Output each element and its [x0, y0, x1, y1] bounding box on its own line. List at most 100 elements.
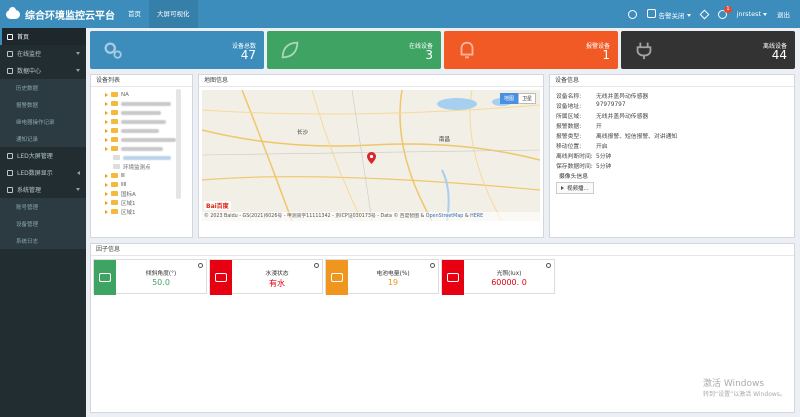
- sidebar-item-system-log[interactable]: 系统日志: [0, 232, 86, 249]
- stat-value: 3: [425, 48, 433, 62]
- bell-icon: [460, 41, 474, 59]
- sidebar-item-devices[interactable]: 设备管理: [0, 215, 86, 232]
- tab-home[interactable]: 首页: [120, 0, 149, 28]
- sidebar-item-accounts[interactable]: 账号管理: [0, 198, 86, 215]
- windows-activation-hint: 转到“设置”以激活 Windows。: [703, 391, 786, 398]
- info-row: 移动位置: 开启: [556, 143, 608, 150]
- caret-right-icon: [105, 146, 108, 151]
- sidebar-item-alarm-data[interactable]: 报警数据: [0, 96, 86, 113]
- stat-card-alarm[interactable]: 报警设备 1: [444, 31, 618, 69]
- sidebar-item-home[interactable]: 首页: [0, 28, 86, 45]
- notification-icon[interactable]: 1: [717, 5, 732, 19]
- caret-right-icon: [105, 101, 108, 106]
- sidebar-item-led-display[interactable]: LED数屏显示: [0, 164, 86, 181]
- cloud-logo-icon: [6, 6, 20, 19]
- sensor-name: 光照(lux): [496, 271, 522, 277]
- stat-value: 44: [771, 48, 787, 62]
- notification-badge: 1: [724, 5, 732, 13]
- video-play-button[interactable]: 视频播...: [556, 182, 594, 194]
- tab-big-screen[interactable]: 大屏可视化: [149, 0, 198, 28]
- sensor-value: 有水: [269, 279, 285, 288]
- search-icon[interactable]: [546, 263, 551, 268]
- here-link[interactable]: HERE: [470, 214, 483, 219]
- sensor-card-tilt[interactable]: 倾斜角度(°) 50.0: [93, 259, 207, 295]
- map-type-satellite[interactable]: 卫星: [517, 93, 536, 104]
- sensor-status-block: [94, 260, 116, 295]
- sidebar-item-system[interactable]: 系统管理: [0, 181, 86, 198]
- sidebar-item-led-screen[interactable]: LED大屏管理: [0, 147, 86, 164]
- folder-icon: [111, 92, 118, 97]
- caret-right-icon: [105, 191, 108, 196]
- tree-node[interactable]: 区域1: [105, 207, 192, 216]
- pin-icon[interactable]: [699, 9, 709, 19]
- redacted-label: [121, 110, 161, 115]
- device-info-panel: 设备信息 设备名称: 无线井盖异动传感器 设备地址: 97979797 所属区域: 无…: [549, 74, 795, 238]
- osm-link[interactable]: OpenStreetMap: [426, 214, 464, 219]
- folder-icon: [111, 119, 118, 124]
- baidu-logo: Bai百度: [204, 201, 231, 210]
- sensor-status-block: [210, 260, 232, 295]
- city-label: 长沙: [297, 130, 309, 136]
- stat-card-offline[interactable]: 离线设备 44: [621, 31, 795, 69]
- sidebar-item-online-monitor[interactable]: 在线监控: [0, 45, 86, 62]
- sensor-card-light[interactable]: 光照(lux) 60000. 0: [441, 259, 555, 295]
- folder-icon: [111, 110, 118, 115]
- search-icon[interactable]: [314, 263, 319, 268]
- folder-icon: [111, 137, 118, 142]
- tree-node[interactable]: 区域1: [105, 198, 192, 207]
- tree-scrollbar[interactable]: [176, 89, 181, 199]
- alarm-toggle[interactable]: 告警关闭: [646, 8, 691, 20]
- app-title: 综合环境监控云平台: [25, 10, 115, 22]
- refresh-icon[interactable]: [627, 9, 637, 19]
- logout-link[interactable]: 退出: [777, 9, 790, 19]
- stat-card-online[interactable]: 在线设备 3: [267, 31, 441, 69]
- location-pin-icon[interactable]: [367, 152, 376, 164]
- info-row: 报警类型: 离线报警、短信报警、对讲通知: [556, 133, 678, 140]
- panel-title: 设备列表: [91, 75, 192, 87]
- device-icon: [113, 155, 120, 160]
- device-list-panel: 设备列表 NA 环境监测点 Ⅲ ⅡⅡ 国标A 区域1 区域1: [90, 74, 193, 238]
- chevron-down-icon: [76, 69, 80, 72]
- sensor-status-block: [326, 260, 348, 295]
- plug-icon: [636, 42, 652, 60]
- display-icon: [7, 169, 13, 176]
- sidebar: 首页 在线监控 数据中心 历史数据 报警数据 继电器操作记录 通知记录 LED大…: [0, 28, 86, 417]
- chevron-left-icon: [77, 170, 80, 175]
- folder-icon: [111, 209, 118, 214]
- database-icon: [7, 67, 13, 74]
- caret-right-icon: [105, 92, 108, 97]
- sensor-name: 电池电量(%): [376, 271, 410, 277]
- stat-card-total[interactable]: 设备总数 47: [90, 31, 264, 69]
- map-copyright: © 2023 Baidu - GS(2021)6026号 - 甲测资字11111…: [202, 212, 540, 221]
- folder-icon: [111, 191, 118, 196]
- info-row: 保存数据时间: 5分钟: [556, 163, 612, 170]
- sidebar-item-notify-log[interactable]: 通知记录: [0, 130, 86, 147]
- sidebar-item-history-data[interactable]: 历史数据: [0, 79, 86, 96]
- map-type-map[interactable]: 地图: [499, 93, 518, 104]
- redacted-label: [121, 101, 171, 106]
- map-canvas[interactable]: 长沙 南昌 地图 卫星 Bai百度 © 2023 Baidu - GS(2021…: [202, 90, 540, 221]
- camera-info-label: 摄像头信息: [559, 173, 588, 180]
- top-bar: 综合环境监控云平台 首页 大屏可视化 告警关闭 1 jnrstest 退出: [0, 0, 800, 28]
- brand[interactable]: 综合环境监控云平台: [0, 0, 120, 28]
- search-icon[interactable]: [430, 263, 435, 268]
- sidebar-item-data-center[interactable]: 数据中心: [0, 62, 86, 79]
- folder-icon: [111, 146, 118, 151]
- sensor-status-block: [442, 260, 464, 295]
- caret-right-icon: [105, 209, 108, 214]
- user-menu[interactable]: jnrstest: [737, 10, 767, 18]
- folder-icon: [111, 200, 118, 205]
- gears-icon: [104, 42, 122, 59]
- sensor-card-battery[interactable]: 电池电量(%) 19: [325, 259, 439, 295]
- caret-right-icon: [105, 200, 108, 205]
- monitor-icon: [7, 50, 13, 57]
- map-type-switch: 地图 卫星: [499, 93, 536, 104]
- caret-right-icon: [105, 137, 108, 142]
- home-icon: [7, 33, 13, 40]
- redacted-label: [121, 119, 166, 124]
- search-icon[interactable]: [198, 263, 203, 268]
- wifi-device-icon: [331, 273, 343, 282]
- sidebar-item-relay-log[interactable]: 继电器操作记录: [0, 113, 86, 130]
- sensor-card-water[interactable]: 水浸状态 有水: [209, 259, 323, 295]
- info-row: 设备地址: 97979797: [556, 102, 626, 110]
